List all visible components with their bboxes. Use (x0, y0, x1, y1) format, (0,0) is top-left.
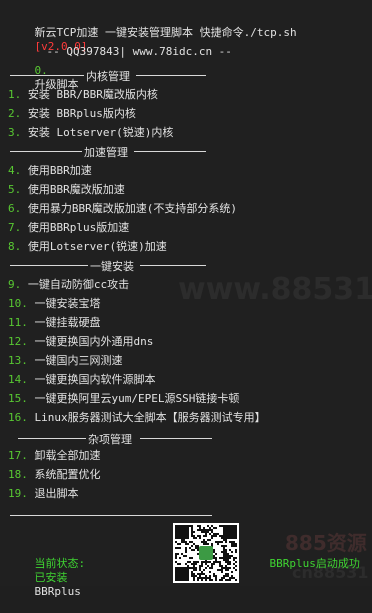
menu-item-number: 6. (8, 202, 22, 215)
menu-item-number: 17. (8, 449, 28, 462)
menu-item-number: 14. (8, 373, 28, 386)
section-divider-misc: 杂项管理 (8, 431, 214, 446)
menu-item-number: 1. (8, 88, 22, 101)
menu-item-label: 使用Lotserver(锐速)加速 (27, 240, 167, 253)
menu-item-label: 一键安装宝塔 (34, 297, 101, 310)
menu-item-number: 7. (8, 221, 22, 234)
menu-item-number: 9. (8, 278, 22, 291)
menu-item-label: 使用BBR魔改版加速 (27, 183, 125, 196)
menu-item-16[interactable]: 16. Linux服务器测试大全脚本【服务器测试专用】 (8, 411, 266, 425)
menu-item-label: 一键更换阿里云yum/EPEL源SSH链接卡顿 (34, 392, 240, 405)
section-divider-accel: 加速管理 (8, 144, 208, 159)
menu-item-number: 12. (8, 335, 28, 348)
section-title-misc: 杂项管理 (88, 433, 132, 446)
status-kernel: BBRplus (34, 585, 81, 598)
menu-item-label: 一键自动防御cc攻击 (27, 278, 130, 291)
section-title-oneclick: 一键安装 (90, 260, 134, 273)
qr-code-image (173, 523, 239, 583)
menu-item-label: 安装 Lotserver(锐速)内核 (27, 126, 174, 139)
menu-item-label: 退出脚本 (34, 487, 79, 500)
section-title-accel: 加速管理 (84, 146, 128, 159)
menu-item-6[interactable]: 6. 使用暴力BBR魔改版加速(不支持部分系统) (8, 202, 237, 216)
menu-item-label: 使用暴力BBR魔改版加速(不支持部分系统) (27, 202, 237, 215)
menu-item-14[interactable]: 14. 一键更换国内软件源脚本 (8, 373, 156, 387)
menu-item-5[interactable]: 5. 使用BBR魔改版加速 (8, 183, 125, 197)
menu-item-9[interactable]: 9. 一键自动防御cc攻击 (8, 278, 129, 292)
menu-item-2[interactable]: 2. 安装 BBRplus版内核 (8, 107, 136, 121)
menu-item-number: 18. (8, 468, 28, 481)
menu-item-label: 一键更换国内外通用dns (34, 335, 154, 348)
section-title-kernel: 内核管理 (86, 70, 130, 83)
menu-item-number: 13. (8, 354, 28, 367)
menu-item-label: 一键挂载硬盘 (34, 316, 101, 329)
menu-item-number: 10. (8, 297, 28, 310)
menu-item-label: 使用BBR加速 (27, 164, 92, 177)
menu-item-10[interactable]: 10. 一键安装宝塔 (8, 297, 101, 311)
menu-item-17[interactable]: 17. 卸载全部加速 (8, 449, 101, 463)
menu-item-1[interactable]: 1. 安装 BBR/BBR魔改版内核 (8, 88, 158, 102)
menu-item-label: 一键更换国内软件源脚本 (34, 373, 156, 386)
menu-item-label: 卸载全部加速 (34, 449, 101, 462)
menu-item-15[interactable]: 15. 一键更换阿里云yum/EPEL源SSH链接卡顿 (8, 392, 239, 406)
menu-item-number: 4. (8, 164, 22, 177)
menu-item-label: 安装 BBR/BBR魔改版内核 (27, 88, 158, 101)
menu-item-13[interactable]: 13. 一键国内三网测速 (8, 354, 123, 368)
menu-item-label: 一键国内三网测速 (34, 354, 123, 367)
menu-item-18[interactable]: 18. 系统配置优化 (8, 468, 101, 482)
menu-item-number: 8. (8, 240, 22, 253)
section-divider-kernel: 内核管理 (8, 68, 208, 83)
menu-item-number: 19. (8, 487, 28, 500)
menu-item-number: 2. (8, 107, 22, 120)
menu-item-label: 系统配置优化 (34, 468, 101, 481)
menu-item-7[interactable]: 7. 使用BBRplus版加速 (8, 221, 129, 235)
menu-item-label: 使用BBRplus版加速 (27, 221, 130, 234)
bottom-divider (8, 508, 214, 522)
menu-item-number: 5. (8, 183, 22, 196)
status-running-line: BBRplus启动成功 (243, 543, 360, 585)
menu-item-4[interactable]: 4. 使用BBR加速 (8, 164, 92, 178)
status-line: 当前状态: 已安装 BBRplus (8, 543, 86, 613)
watermark-main: www.88531.cn (178, 272, 372, 307)
wechat-icon (199, 546, 213, 560)
menu-item-8[interactable]: 8. 使用Lotserver(锐速)加速 (8, 240, 167, 254)
terminal-window[interactable]: www.88531.cn 885资源 cn88531 新云TCP加速 一键安装管… (0, 0, 372, 598)
menu-item-12[interactable]: 12. 一键更换国内外通用dns (8, 335, 153, 349)
menu-item-number: 3. (8, 126, 22, 139)
menu-item-number: 11. (8, 316, 28, 329)
menu-item-3[interactable]: 3. 安装 Lotserver(锐速)内核 (8, 126, 173, 140)
status-prefix: 当前状态: (34, 557, 86, 570)
status-installed: 已安装 (34, 571, 68, 584)
menu-item-11[interactable]: 11. 一键挂载硬盘 (8, 316, 101, 330)
menu-item-label: 安装 BBRplus版内核 (27, 107, 136, 120)
menu-item-label: Linux服务器测试大全脚本【服务器测试专用】 (34, 411, 266, 424)
menu-item-19[interactable]: 19. 退出脚本 (8, 487, 79, 501)
menu-item-number: 15. (8, 392, 28, 405)
section-divider-oneclick: 一键安装 (8, 258, 208, 273)
status-running: BBRplus启动成功 (269, 557, 360, 570)
menu-item-number: 16. (8, 411, 28, 424)
